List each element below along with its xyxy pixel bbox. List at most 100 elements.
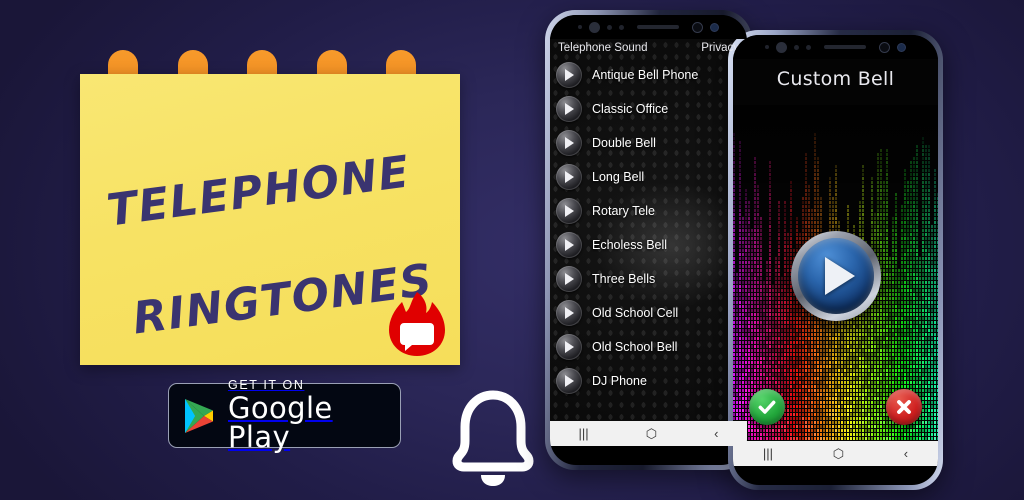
recents-button[interactable]: ||| [763, 447, 773, 460]
equalizer-cell [751, 233, 753, 236]
equalizer-cell [817, 197, 819, 200]
equalizer-cell [904, 181, 906, 184]
home-button[interactable]: ⬡ [646, 427, 657, 440]
ringtone-row[interactable]: Antique Bell Phone [550, 58, 747, 92]
equalizer-cell [910, 165, 912, 168]
equalizer-cell [748, 353, 750, 356]
equalizer-cell [754, 209, 756, 212]
equalizer-cell [898, 337, 900, 340]
equalizer-cell [859, 229, 861, 232]
equalizer-cell [820, 197, 822, 200]
equalizer-cell [862, 401, 864, 404]
play-button[interactable] [790, 231, 881, 321]
equalizer-cell [907, 229, 909, 232]
ringtone-row[interactable]: Classic Office [550, 92, 747, 126]
equalizer-cell [820, 393, 822, 396]
play-icon[interactable] [556, 334, 582, 360]
equalizer-cell [781, 373, 783, 376]
equalizer-cell [907, 181, 909, 184]
equalizer-cell [883, 341, 885, 344]
equalizer-cell [796, 429, 798, 432]
equalizer-cell [907, 249, 909, 252]
equalizer-cell [796, 309, 798, 312]
equalizer-cell [847, 357, 849, 360]
play-icon[interactable] [556, 130, 582, 156]
equalizer-cell [889, 309, 891, 312]
equalizer-cell [934, 169, 936, 172]
equalizer-cell [913, 377, 915, 380]
equalizer-cell [922, 169, 924, 172]
equalizer-cell [928, 349, 930, 352]
equalizer-cell [784, 385, 786, 388]
equalizer-cell [928, 321, 930, 324]
equalizer-cell [844, 345, 846, 348]
equalizer-cell [925, 357, 927, 360]
equalizer-cell [922, 409, 924, 412]
equalizer-cell [823, 357, 825, 360]
back-button[interactable]: ‹ [714, 427, 718, 440]
equalizer-cell [898, 325, 900, 328]
equalizer-cell [910, 237, 912, 240]
ringtone-row[interactable]: Three Bells [550, 262, 747, 296]
ringtone-label: Echoless Bell [592, 238, 668, 252]
equalizer-cell [784, 369, 786, 372]
equalizer-cell [865, 409, 867, 412]
equalizer-cell [874, 329, 876, 332]
equalizer-cell [838, 221, 840, 224]
equalizer-cell [910, 373, 912, 376]
equalizer-cell [904, 329, 906, 332]
equalizer-cell [916, 321, 918, 324]
equalizer-cell [862, 169, 864, 172]
cancel-button[interactable] [886, 389, 922, 425]
equalizer-cell [796, 425, 798, 428]
back-button[interactable]: ‹ [904, 447, 908, 460]
equalizer-cell [781, 293, 783, 296]
play-icon[interactable] [556, 232, 582, 258]
ringtone-row[interactable]: DJ Phone [550, 364, 747, 398]
ringtone-row[interactable]: Old School Bell [550, 330, 747, 364]
play-icon[interactable] [556, 266, 582, 292]
equalizer-cell [793, 357, 795, 360]
equalizer-cell [853, 345, 855, 348]
equalizer-cell [856, 381, 858, 384]
equalizer-cell [832, 213, 834, 216]
equalizer-cell [805, 317, 807, 320]
equalizer-cell [763, 425, 765, 428]
home-button[interactable]: ⬡ [833, 447, 844, 460]
ringtone-row[interactable]: Old School Cell [550, 296, 747, 330]
equalizer-cell [814, 425, 816, 428]
equalizer-cell [883, 265, 885, 268]
equalizer-cell [763, 301, 765, 304]
equalizer-cell [907, 321, 909, 324]
equalizer-cell [778, 385, 780, 388]
phone-mockup-custom-bell: Custom Bell ||| ⬡ ‹ [728, 30, 943, 490]
equalizer-cell [754, 333, 756, 336]
play-icon[interactable] [556, 198, 582, 224]
equalizer-cell [937, 345, 938, 348]
equalizer-cell [778, 233, 780, 236]
ringtone-row[interactable]: Echoless Bell [550, 228, 747, 262]
equalizer-cell [877, 249, 879, 252]
play-icon[interactable] [556, 62, 582, 88]
equalizer-cell [895, 225, 897, 228]
play-icon[interactable] [556, 368, 582, 394]
confirm-button[interactable] [749, 389, 785, 425]
google-play-badge[interactable]: GET IT ON Google Play [168, 379, 401, 452]
play-icon[interactable] [556, 96, 582, 122]
equalizer-cell [883, 317, 885, 320]
equalizer-cell [934, 229, 936, 232]
ringtone-row[interactable]: Double Bell [550, 126, 747, 160]
play-icon[interactable] [556, 300, 582, 326]
ringtone-row[interactable]: Long Bell [550, 160, 747, 194]
equalizer-cell [862, 177, 864, 180]
equalizer-cell [784, 309, 786, 312]
play-icon[interactable] [556, 164, 582, 190]
equalizer-cell [784, 301, 786, 304]
ringtone-list[interactable]: Antique Bell Phone Classic Office Double B… [550, 58, 747, 398]
equalizer-cell [850, 397, 852, 400]
ringtone-row[interactable]: Rotary Tele [550, 194, 747, 228]
recents-button[interactable]: ||| [579, 427, 589, 440]
equalizer-cell [856, 377, 858, 380]
equalizer-cell [913, 213, 915, 216]
equalizer-cell [883, 237, 885, 240]
